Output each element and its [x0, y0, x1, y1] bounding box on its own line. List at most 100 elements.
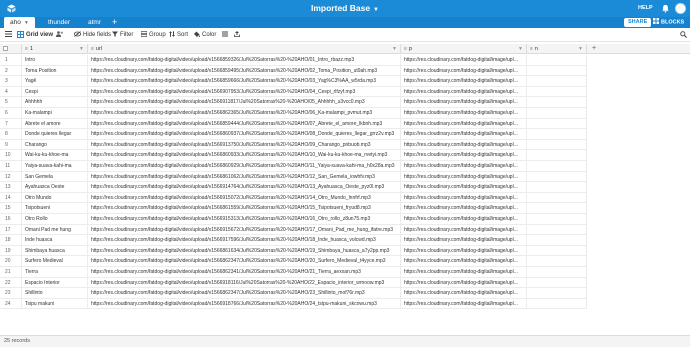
n-cell[interactable] — [527, 139, 587, 151]
table-row[interactable]: 23 Shillinto https://res.cloudinary.com/fa… — [0, 288, 587, 299]
table-row[interactable]: 8 Donde quieres llegar https://res.cloudin… — [0, 129, 587, 140]
row-number-cell[interactable]: 6 — [0, 108, 22, 119]
table-row[interactable]: 15 Tsipotsueni https://res.cloudinary.com/… — [0, 203, 587, 214]
url-cell[interactable]: https://res.cloudinary.com/fatdog-digita… — [88, 118, 401, 130]
blocks-button[interactable]: BLOCKS — [653, 18, 684, 27]
n-cell[interactable] — [527, 192, 587, 204]
p-cell[interactable]: https://res.cloudinary.com/fatdog-digita… — [401, 118, 527, 130]
user-avatar[interactable] — [675, 3, 686, 14]
primary-cell[interactable]: Shillinto — [22, 288, 88, 299]
url-cell[interactable]: https://res.cloudinary.com/fatdog-digita… — [88, 97, 401, 108]
p-cell[interactable]: https://res.cloudinary.com/fatdog-digita… — [401, 182, 527, 193]
url-cell[interactable]: https://res.cloudinary.com/fatdog-digita… — [88, 245, 401, 257]
table-row[interactable]: 6 Ka-malampi https://res.cloudinary.com/fa… — [0, 108, 587, 119]
table-row[interactable]: 1 Intro https://res.cloudinary.com/fatdog-… — [0, 55, 587, 66]
url-cell[interactable]: https://res.cloudinary.com/fatdog-digita… — [88, 150, 401, 161]
select-all-checkbox[interactable] — [3, 46, 8, 52]
share-button[interactable]: SHARE — [624, 18, 652, 27]
primary-cell[interactable]: Charango — [22, 139, 88, 151]
url-cell[interactable]: https://res.cloudinary.com/fatdog-digita… — [88, 129, 401, 140]
row-number-cell[interactable]: 5 — [0, 97, 22, 108]
row-number-cell[interactable]: 4 — [0, 86, 22, 98]
row-number-cell[interactable]: 11 — [0, 161, 22, 172]
primary-cell[interactable]: Ka-malampi — [22, 108, 88, 119]
n-cell[interactable] — [527, 76, 587, 87]
bell-icon[interactable] — [661, 4, 670, 13]
row-height-button[interactable] — [222, 28, 230, 42]
share-view-button[interactable] — [56, 28, 66, 42]
group-button[interactable]: Group — [141, 28, 166, 42]
primary-cell[interactable]: San Gemela — [22, 171, 88, 183]
chevron-down-icon[interactable]: ▼ — [79, 44, 84, 54]
p-cell[interactable]: https://res.cloudinary.com/fatdog-digita… — [401, 235, 527, 246]
row-number-cell[interactable]: 19 — [0, 245, 22, 257]
sort-button[interactable]: Sort — [169, 28, 188, 42]
n-cell[interactable] — [527, 150, 587, 161]
p-cell[interactable]: https://res.cloudinary.com/fatdog-digita… — [401, 65, 527, 77]
url-cell[interactable]: https://res.cloudinary.com/fatdog-digita… — [88, 182, 401, 193]
chevron-down-icon[interactable]: ▼ — [578, 44, 583, 54]
n-cell[interactable] — [527, 118, 587, 130]
n-cell[interactable] — [527, 288, 587, 299]
n-cell[interactable] — [527, 298, 587, 310]
url-cell[interactable]: https://res.cloudinary.com/fatdog-digita… — [88, 214, 401, 225]
row-number-cell[interactable]: 16 — [0, 214, 22, 225]
primary-cell[interactable]: Otro Rollo — [22, 214, 88, 225]
p-cell[interactable]: https://res.cloudinary.com/fatdog-digita… — [401, 86, 527, 98]
url-cell[interactable]: https://res.cloudinary.com/fatdog-digita… — [88, 55, 401, 66]
select-all-cell[interactable] — [0, 44, 22, 54]
primary-cell[interactable]: Toma Position — [22, 65, 88, 77]
tab-thunder[interactable]: thunder — [42, 17, 76, 28]
row-number-cell[interactable]: 7 — [0, 118, 22, 130]
p-cell[interactable]: https://res.cloudinary.com/fatdog-digita… — [401, 76, 527, 87]
url-cell[interactable]: https://res.cloudinary.com/fatdog-digita… — [88, 171, 401, 183]
table-row[interactable]: 9 Charango https://res.cloudinary.com/fatd… — [0, 139, 587, 151]
column-header-url[interactable]: ≡ url ▼ — [88, 44, 401, 54]
p-cell[interactable]: https://res.cloudinary.com/fatdog-digita… — [401, 203, 527, 214]
chevron-down-icon[interactable]: ▼ — [373, 7, 379, 13]
add-table-button[interactable]: + — [112, 17, 117, 28]
url-cell[interactable]: https://res.cloudinary.com/fatdog-digita… — [88, 267, 401, 278]
table-row[interactable]: 4 Cespi https://res.cloudinary.com/fatdog-… — [0, 86, 587, 98]
n-cell[interactable] — [527, 161, 587, 172]
primary-cell[interactable]: Shimbaya huasca — [22, 245, 88, 257]
p-cell[interactable]: https://res.cloudinary.com/fatdog-digita… — [401, 139, 527, 151]
table-row[interactable]: 11 Yaiya-suava-kahi-ma https://res.cloudin… — [0, 161, 587, 172]
p-cell[interactable]: https://res.cloudinary.com/fatdog-digita… — [401, 192, 527, 204]
base-title-text[interactable]: Imported Base — [311, 3, 370, 13]
table-row[interactable]: 17 Omani Pad me hung https://res.cloudinar… — [0, 224, 587, 236]
p-cell[interactable]: https://res.cloudinary.com/fatdog-digita… — [401, 171, 527, 183]
color-button[interactable]: Color — [194, 28, 216, 42]
primary-cell[interactable]: Inde huasca — [22, 235, 88, 246]
n-cell[interactable] — [527, 129, 587, 140]
table-row[interactable]: 7 Abrete el amore https://res.cloudinary.c… — [0, 118, 587, 130]
p-cell[interactable]: https://res.cloudinary.com/fatdog-digita… — [401, 298, 527, 310]
n-cell[interactable] — [527, 267, 587, 278]
url-cell[interactable]: https://res.cloudinary.com/fatdog-digita… — [88, 161, 401, 172]
p-cell[interactable]: https://res.cloudinary.com/fatdog-digita… — [401, 288, 527, 299]
table-row[interactable]: 13 Ayahuasca Oeste https://res.cloudinary.… — [0, 182, 587, 193]
primary-cell[interactable]: Omani Pad me hung — [22, 224, 88, 236]
chevron-down-icon[interactable]: ▼ — [24, 20, 29, 26]
primary-cell[interactable]: Otro Mundo — [22, 192, 88, 204]
table-row[interactable]: 16 Otro Rollo https://res.cloudinary.com/f… — [0, 214, 587, 225]
table-row[interactable]: 10 Wai-ku-ku-khoe-ma https://res.cloudinar… — [0, 150, 587, 161]
row-number-cell[interactable]: 3 — [0, 76, 22, 87]
column-header-p[interactable]: ≡ p ▼ — [401, 44, 527, 54]
p-cell[interactable]: https://res.cloudinary.com/fatdog-digita… — [401, 129, 527, 140]
views-menu-button[interactable] — [5, 28, 14, 42]
n-cell[interactable] — [527, 214, 587, 225]
n-cell[interactable] — [527, 203, 587, 214]
url-cell[interactable]: https://res.cloudinary.com/fatdog-digita… — [88, 203, 401, 214]
p-cell[interactable]: https://res.cloudinary.com/fatdog-digita… — [401, 55, 527, 66]
primary-cell[interactable]: Yaiya-suava-kahi-ma — [22, 161, 88, 172]
n-cell[interactable] — [527, 224, 587, 236]
chevron-down-icon[interactable]: ▼ — [518, 44, 523, 54]
primary-cell[interactable]: Donde quieres llegar — [22, 129, 88, 140]
primary-cell[interactable]: Espacio Interior — [22, 277, 88, 289]
primary-cell[interactable]: Yagê — [22, 76, 88, 87]
row-number-cell[interactable]: 20 — [0, 256, 22, 267]
n-cell[interactable] — [527, 65, 587, 77]
primary-cell[interactable]: Tsipu makuni — [22, 298, 88, 310]
share-view-link-button[interactable] — [234, 28, 242, 42]
